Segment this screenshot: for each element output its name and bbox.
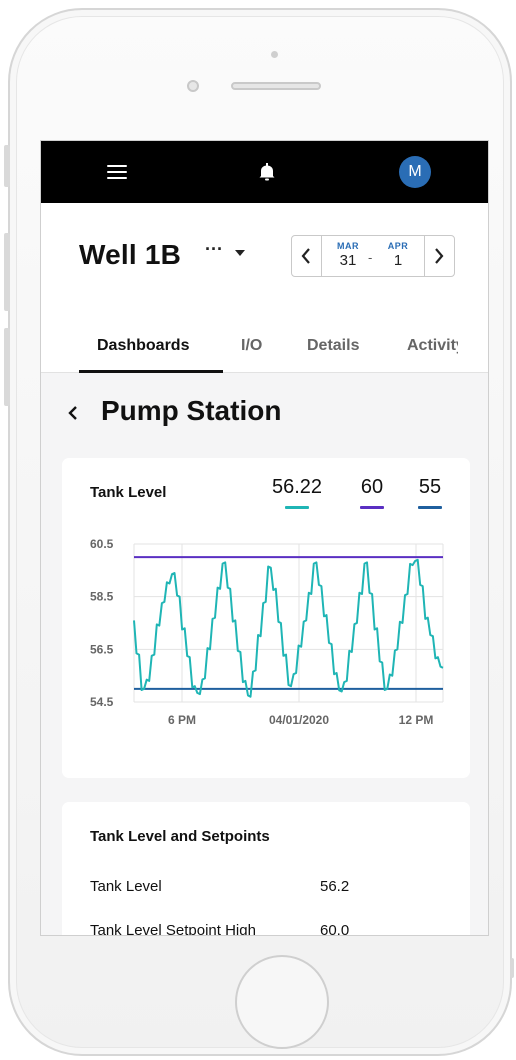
end-date[interactable]: APR 1 (378, 241, 418, 269)
tab-scroller: Dashboards I/O Details Activity (41, 321, 458, 373)
row-value: 56.2 (320, 878, 350, 895)
tank-level-card: Tank Level 56.22 60 55 60.5 58.5 56.5 54.5 6… (62, 458, 470, 778)
front-camera (187, 80, 199, 92)
tank-level-series-line (133, 558, 444, 698)
top-app-bar: M (41, 141, 488, 203)
next-date-button[interactable] (424, 236, 454, 276)
tab-dashboards[interactable]: Dashboards (97, 337, 189, 355)
x-tick-label: 12 PM (399, 713, 434, 727)
tab-activity[interactable]: Activity (407, 337, 458, 355)
legend-item-setpoint-low: 55 (412, 476, 448, 509)
tab-bar: Dashboards I/O Details Activity (41, 321, 488, 373)
legend-value: 55 (418, 476, 442, 498)
chevron-down-icon[interactable] (235, 250, 245, 256)
tab-details[interactable]: Details (307, 337, 359, 355)
setpoints-card: Tank Level and Setpoints Tank Level 56.2… (62, 802, 470, 936)
y-tick-label: 56.5 (90, 642, 114, 656)
x-tick-label: 6 PM (168, 713, 196, 727)
tank-level-chart[interactable]: 60.5 58.5 56.5 54.5 6 PM 04/01/2020 12 PM (62, 538, 470, 738)
start-month: MAR (337, 241, 359, 251)
bell-icon[interactable] (258, 162, 276, 182)
date-separator: - (368, 250, 373, 265)
end-day: 1 (393, 252, 403, 269)
page-title: Pump Station (101, 395, 282, 426)
y-tick-label: 58.5 (90, 590, 114, 604)
y-tick-label: 54.5 (90, 695, 114, 709)
page-title-row: Pump Station (41, 373, 488, 453)
legend-swatch (285, 506, 309, 509)
asset-header: Well 1B ··· MAR 31 - APR 1 Dashboards I/… (41, 203, 488, 373)
home-button[interactable] (235, 955, 329, 1049)
chart-title: Tank Level (90, 484, 167, 501)
more-icon[interactable]: ··· (205, 239, 223, 260)
legend-item-setpoint-high: 60 (354, 476, 390, 509)
chevron-right-icon (435, 248, 444, 264)
volume-up-button (4, 233, 10, 311)
app-screen: M Well 1B ··· MAR 31 - APR 1 Dashboards … (40, 140, 489, 936)
hamburger-icon[interactable] (107, 165, 127, 179)
back-icon[interactable] (67, 405, 79, 421)
volume-down-button (4, 328, 10, 406)
previous-date-button[interactable] (292, 236, 322, 276)
legend-swatch (360, 506, 384, 509)
chevron-left-icon (301, 248, 310, 264)
setpoints-card-title: Tank Level and Setpoints (90, 828, 270, 845)
avatar[interactable]: M (399, 156, 431, 188)
legend-value: 56.22 (271, 476, 323, 498)
row-label: Tank Level (90, 878, 162, 895)
sensor-dot (271, 51, 278, 58)
tab-io[interactable]: I/O (241, 337, 262, 355)
earpiece-speaker (231, 82, 321, 90)
date-range-picker: MAR 31 - APR 1 (291, 235, 455, 277)
mute-switch (4, 145, 10, 187)
x-tick-label: 04/01/2020 (269, 713, 329, 727)
start-date[interactable]: MAR 31 (328, 241, 368, 269)
power-button (510, 958, 514, 978)
legend-swatch (418, 506, 442, 509)
legend-value: 60 (360, 476, 384, 498)
legend-item-tank-level: 56.22 (267, 476, 327, 509)
start-day: 31 (339, 252, 357, 269)
asset-title: Well 1B (79, 239, 182, 270)
row-value: 60.0 (320, 922, 350, 936)
row-label: Tank Level Setpoint High (90, 922, 256, 936)
end-month: APR (387, 241, 409, 251)
y-tick-label: 60.5 (90, 538, 114, 551)
